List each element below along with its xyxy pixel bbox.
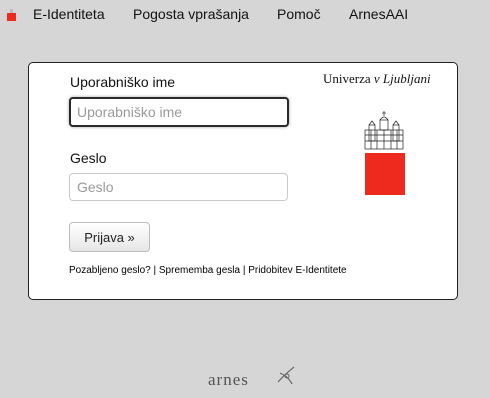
link-separator: | — [240, 265, 249, 276]
nav-item-e-identiteta[interactable]: E-Identiteta — [33, 6, 105, 22]
link-separator: | — [150, 265, 159, 276]
arnes-brand-text: arnes — [208, 370, 249, 389]
uni-mini-logo-icon[interactable] — [7, 9, 16, 21]
password-label: Geslo — [70, 150, 107, 166]
username-input[interactable] — [69, 97, 289, 127]
login-button[interactable]: Prijava » — [69, 222, 150, 252]
university-name: Univerza v Ljubljani — [323, 71, 431, 87]
university-name-part1: Univerza — [323, 71, 374, 86]
arnes-swirl-icon — [277, 366, 295, 385]
login-card: Uporabniško ime Geslo Prijava » Pozablje… — [28, 62, 458, 300]
account-links: Pozabljeno geslo? | Sprememba gesla | Pr… — [69, 265, 347, 276]
change-password-link[interactable]: Sprememba gesla — [159, 265, 240, 276]
university-logo-icon — [364, 111, 405, 195]
nav-item-faq[interactable]: Pogosta vprašanja — [133, 6, 249, 22]
arnes-footer-logo: arnes — [208, 366, 300, 392]
university-name-part2: v Ljubljani — [373, 71, 431, 86]
forgot-password-link[interactable]: Pozabljeno geslo? — [69, 265, 151, 276]
top-navigation-bar: E-Identiteta Pogosta vprašanja Pomoč Arn… — [0, 0, 490, 30]
password-input[interactable] — [69, 173, 288, 201]
obtain-identity-link[interactable]: Pridobitev E-Identitete — [248, 265, 346, 276]
nav-item-help[interactable]: Pomoč — [277, 6, 321, 22]
username-label: Uporabniško ime — [70, 74, 176, 90]
nav-item-arnesaai[interactable]: ArnesAAI — [349, 6, 408, 22]
